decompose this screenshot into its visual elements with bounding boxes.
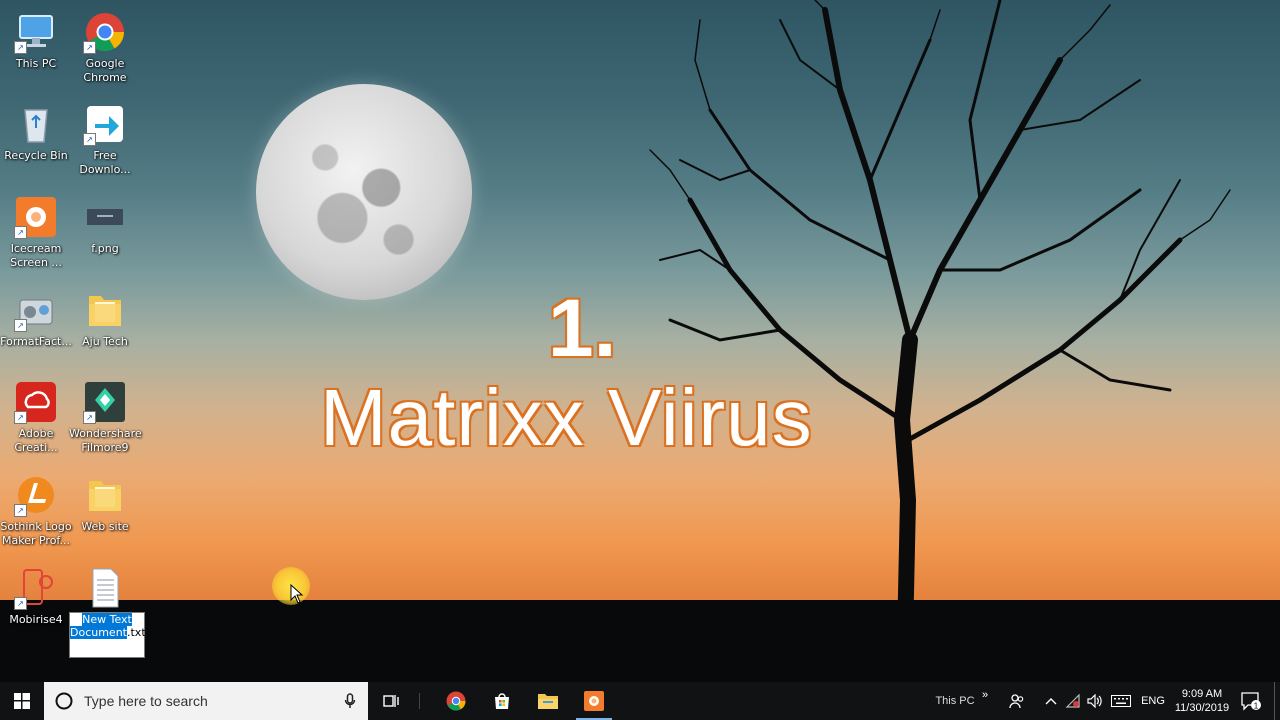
task-view-button[interactable] — [370, 682, 412, 720]
mouse-cursor-icon — [290, 584, 304, 604]
desktop-icon-filmora[interactable]: ↗ Wondershare Filmore9 — [69, 380, 142, 455]
tree-wallpaper — [649, 0, 1231, 640]
desktop-icon-sothink[interactable]: ↗ Sothink Logo Maker Prof... — [0, 473, 72, 548]
notification-icon: 1 — [1241, 692, 1261, 711]
store-icon — [495, 693, 509, 709]
folder-icon — [83, 473, 127, 517]
adobe-creative-cloud-icon: ↗ — [14, 380, 58, 424]
icecream-recorder-icon — [584, 691, 604, 711]
desktop-icon-web-site[interactable]: Web site — [69, 473, 141, 534]
taskbar-search-box[interactable]: Type here to search — [44, 682, 368, 720]
icecream-recorder-icon: ↗ — [14, 195, 58, 239]
taskbar-separator — [418, 682, 420, 720]
rename-extension-text: .txt — [127, 626, 146, 639]
start-button[interactable] — [0, 682, 44, 720]
free-download-manager-icon: ↗ — [83, 102, 127, 146]
desktop-icon-aju-tech[interactable]: Aju Tech — [69, 288, 141, 349]
taskbar-store-button[interactable] — [480, 682, 524, 720]
image-file-icon — [83, 195, 127, 239]
desktop[interactable]: 1. Matrixx Viirus ↗ This PC Recycle Bin — [0, 0, 1280, 682]
icon-label: Web site — [81, 520, 129, 533]
recycle-bin-icon — [14, 102, 58, 146]
taskbar-clock[interactable]: 9:09 AM 11/30/2019 — [1168, 682, 1236, 720]
volume-button[interactable] — [1084, 682, 1106, 720]
sothink-logo-maker-icon: ↗ — [14, 473, 58, 517]
text-file-icon — [83, 566, 127, 610]
desktop-icon-chrome[interactable]: ↗ Google Chrome — [69, 10, 141, 85]
overlay-title: Matrixx Viirus — [320, 373, 813, 462]
taskbar-chrome-button[interactable] — [434, 682, 478, 720]
clock-time: 9:09 AM — [1181, 688, 1223, 700]
icon-label: Wondershare Filmore9 — [69, 427, 142, 454]
desktop-icon-mobirise[interactable]: ↗ Mobirise4 — [0, 566, 72, 627]
network-icon — [1065, 694, 1080, 708]
this-pc-icon: ↗ — [14, 10, 58, 54]
icon-label: Recycle Bin — [4, 149, 68, 162]
icon-label: Icecream Screen ... — [10, 242, 62, 269]
windows-logo-icon — [14, 693, 30, 709]
microphone-icon[interactable] — [344, 693, 356, 709]
rename-textbox[interactable]: New Text Document.txt — [69, 612, 146, 658]
chevron-up-icon — [1045, 698, 1057, 705]
touch-keyboard-button[interactable] — [1108, 682, 1134, 720]
icon-label: Aju Tech — [82, 335, 128, 348]
show-desktop-button[interactable] — [1274, 682, 1280, 720]
filmora-icon: ↗ — [83, 380, 127, 424]
desktop-icon-f-png[interactable]: f.png — [69, 195, 141, 256]
icon-label: Google Chrome — [83, 57, 127, 84]
notification-count: 1 — [1254, 702, 1259, 711]
desktop-icon-formatfactory[interactable]: ↗ FormatFact... — [0, 288, 72, 349]
icon-label: Free Downlo... — [79, 149, 131, 176]
icon-label: This PC — [15, 57, 57, 70]
folder-icon — [538, 694, 558, 709]
moon-wallpaper — [256, 84, 472, 300]
desktop-icon-adobe-cc[interactable]: ↗ Adobe Creati... — [0, 380, 72, 455]
cortana-icon — [55, 692, 73, 710]
people-button[interactable] — [1004, 682, 1030, 720]
desktop-icon-recycle-bin[interactable]: Recycle Bin — [0, 102, 72, 163]
network-button[interactable] — [1062, 682, 1084, 720]
people-icon — [1009, 694, 1024, 709]
search-placeholder: Type here to search — [84, 693, 208, 709]
address-toolbar-label[interactable]: This PC — [930, 682, 980, 720]
overlay-number: 1. — [548, 283, 617, 374]
desktop-icon-new-text-document[interactable] — [69, 566, 141, 613]
ground-silhouette — [0, 600, 1280, 682]
desktop-icon-free-download[interactable]: ↗ Free Downlo... — [69, 102, 141, 177]
speaker-icon — [1087, 694, 1102, 708]
task-view-icon — [383, 695, 399, 707]
desktop-icon-this-pc[interactable]: ↗ This PC — [0, 10, 72, 71]
format-factory-icon: ↗ — [14, 288, 58, 332]
desktop-icon-icecream[interactable]: ↗ Icecream Screen ... — [0, 195, 72, 270]
mobirise-icon: ↗ — [14, 566, 58, 610]
taskbar: Type here to search This PC » ENG 9:09 A… — [0, 682, 1280, 720]
chrome-icon: ↗ — [83, 10, 127, 54]
icon-label: f.png — [91, 242, 119, 255]
taskbar-icecream-button[interactable] — [572, 682, 616, 720]
chrome-icon — [446, 691, 466, 711]
icon-label: Adobe Creati... — [14, 427, 58, 454]
taskbar-file-explorer-button[interactable] — [526, 682, 570, 720]
language-indicator[interactable]: ENG — [1138, 682, 1168, 720]
rename-selected-text: New Text Document — [70, 613, 132, 639]
icon-label: Mobirise4 — [9, 613, 63, 626]
keyboard-icon — [1111, 695, 1131, 707]
toolbar-chevron[interactable]: » — [978, 676, 992, 714]
icon-label: FormatFact... — [0, 335, 72, 348]
clock-date: 11/30/2019 — [1174, 702, 1230, 714]
icon-label: Sothink Logo Maker Prof... — [0, 520, 72, 547]
show-hidden-icons-button[interactable] — [1040, 682, 1062, 720]
action-center-button[interactable]: 1 — [1236, 682, 1266, 720]
folder-icon — [83, 288, 127, 332]
